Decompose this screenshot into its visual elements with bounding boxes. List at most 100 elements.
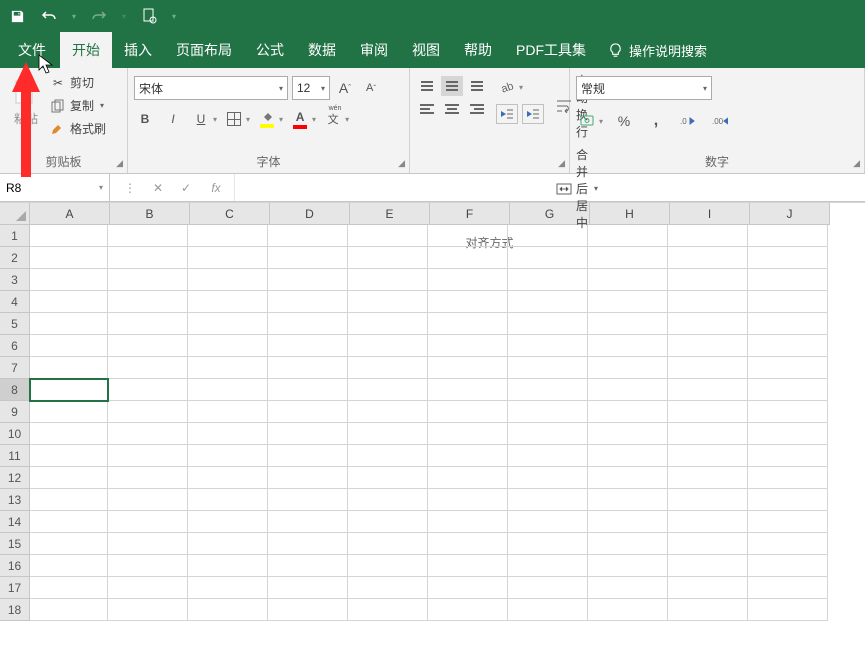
paste-button[interactable]: 粘贴 — [6, 72, 46, 127]
cell[interactable] — [588, 269, 668, 291]
cell[interactable] — [188, 291, 268, 313]
cell[interactable] — [108, 291, 188, 313]
cell[interactable] — [508, 445, 588, 467]
row-header[interactable]: 4 — [0, 291, 30, 313]
cell[interactable] — [508, 489, 588, 511]
cell[interactable] — [588, 599, 668, 621]
row-header[interactable]: 14 — [0, 511, 30, 533]
cell[interactable] — [428, 379, 508, 401]
cell[interactable] — [508, 313, 588, 335]
cell[interactable] — [748, 511, 828, 533]
cell[interactable] — [748, 225, 828, 247]
cell[interactable] — [428, 225, 508, 247]
cell[interactable] — [30, 313, 108, 335]
dialog-launcher-icon[interactable]: ◢ — [398, 158, 405, 169]
cell[interactable] — [348, 467, 428, 489]
cell[interactable] — [588, 291, 668, 313]
chevron-down-icon[interactable]: ▾ — [519, 83, 523, 92]
cell[interactable] — [748, 291, 828, 313]
cell[interactable] — [348, 577, 428, 599]
dialog-launcher-icon[interactable]: ◢ — [116, 158, 123, 169]
cell[interactable] — [588, 489, 668, 511]
chevron-down-icon[interactable]: ▾ — [213, 115, 217, 124]
tab-data[interactable]: 数据 — [296, 32, 348, 68]
cell[interactable] — [428, 313, 508, 335]
cell[interactable] — [348, 379, 428, 401]
align-bottom-button[interactable] — [466, 76, 488, 96]
cell[interactable] — [188, 423, 268, 445]
cell[interactable] — [668, 511, 748, 533]
cell[interactable] — [748, 555, 828, 577]
cell[interactable] — [748, 247, 828, 269]
cell[interactable] — [268, 291, 348, 313]
row-header[interactable]: 16 — [0, 555, 30, 577]
row-header[interactable]: 11 — [0, 445, 30, 467]
dialog-launcher-icon[interactable]: ◢ — [558, 158, 565, 169]
cell[interactable] — [428, 577, 508, 599]
cell[interactable] — [268, 401, 348, 423]
cell[interactable] — [588, 467, 668, 489]
align-center-button[interactable] — [441, 99, 463, 119]
dialog-launcher-icon[interactable]: ◢ — [853, 158, 860, 169]
cell[interactable] — [588, 313, 668, 335]
row-header[interactable]: 13 — [0, 489, 30, 511]
save-icon[interactable] — [8, 7, 26, 25]
cell[interactable] — [30, 269, 108, 291]
cell[interactable] — [30, 357, 108, 379]
tab-help[interactable]: 帮助 — [452, 32, 504, 68]
cell[interactable] — [668, 313, 748, 335]
font-color-button[interactable]: A — [289, 108, 311, 130]
cell[interactable] — [668, 401, 748, 423]
cell[interactable] — [508, 291, 588, 313]
cell[interactable] — [748, 379, 828, 401]
row-header[interactable]: 6 — [0, 335, 30, 357]
cell[interactable] — [30, 225, 108, 247]
cell[interactable] — [668, 445, 748, 467]
tab-file[interactable]: 文件 — [4, 32, 60, 68]
cell[interactable] — [428, 269, 508, 291]
cell[interactable] — [668, 269, 748, 291]
tab-home[interactable]: 开始 — [60, 32, 112, 68]
cell[interactable] — [428, 445, 508, 467]
cell[interactable] — [108, 423, 188, 445]
cell[interactable] — [748, 599, 828, 621]
tab-review[interactable]: 审阅 — [348, 32, 400, 68]
grow-font-button[interactable]: Aˆ — [334, 77, 356, 99]
cell[interactable] — [588, 577, 668, 599]
cell[interactable] — [108, 269, 188, 291]
cell[interactable] — [30, 511, 108, 533]
row-header[interactable]: 2 — [0, 247, 30, 269]
cell[interactable] — [30, 467, 108, 489]
cancel-icon[interactable]: ✕ — [144, 177, 172, 199]
cell[interactable] — [508, 335, 588, 357]
cell[interactable] — [508, 247, 588, 269]
cell[interactable] — [748, 467, 828, 489]
copy-button[interactable]: 复制 ▾ — [50, 97, 106, 114]
cell[interactable] — [428, 247, 508, 269]
comma-style-button[interactable]: , — [645, 110, 667, 132]
cell[interactable] — [588, 357, 668, 379]
chevron-down-icon[interactable]: ▾ — [599, 117, 603, 126]
cell[interactable] — [668, 555, 748, 577]
cell[interactable] — [108, 599, 188, 621]
cell[interactable] — [588, 423, 668, 445]
cell[interactable] — [588, 445, 668, 467]
qat-dropdown-icon[interactable]: ▾ — [72, 12, 76, 21]
cell[interactable] — [268, 357, 348, 379]
expand-formula-bar-icon[interactable]: ⋮ — [116, 177, 144, 199]
tab-pdf-tools[interactable]: PDF工具集 — [504, 32, 598, 68]
orientation-button[interactable]: ab — [496, 76, 518, 98]
cell[interactable] — [30, 247, 108, 269]
cell[interactable] — [668, 225, 748, 247]
shrink-font-button[interactable]: Aˇ — [360, 77, 382, 99]
format-painter-button[interactable]: 格式刷 — [50, 120, 106, 137]
column-header[interactable]: I — [670, 203, 750, 225]
row-header[interactable]: 18 — [0, 599, 30, 621]
accounting-format-button[interactable] — [576, 110, 598, 132]
border-button[interactable] — [223, 108, 245, 130]
cell[interactable] — [668, 247, 748, 269]
cell[interactable] — [748, 489, 828, 511]
cell[interactable] — [348, 445, 428, 467]
cell[interactable] — [508, 533, 588, 555]
cell[interactable] — [188, 313, 268, 335]
